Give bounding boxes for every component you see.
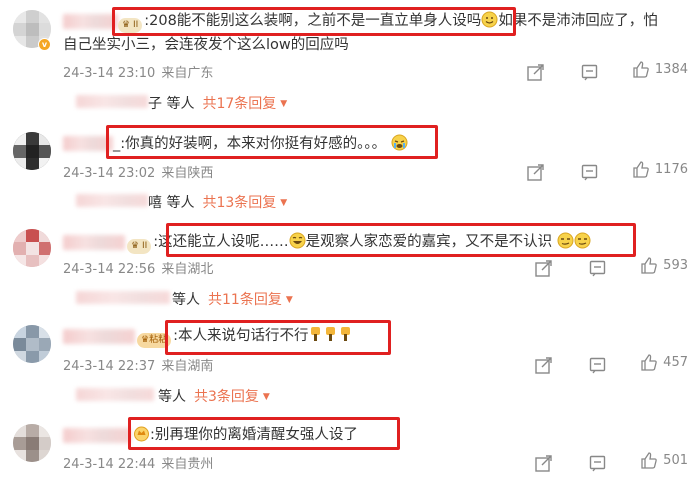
comment-meta: 24-3-14 23:02 来自陕西 [63, 162, 219, 181]
comment-icon[interactable] [589, 357, 606, 378]
highlight-box [166, 223, 636, 257]
like-button[interactable]: 457 [640, 354, 688, 371]
comment-text-line2: 自己坐实小三，会连夜发个这么low的回应吗 [63, 37, 349, 53]
username-blurred[interactable] [63, 428, 131, 443]
comment-meta: 24-3-14 22:56 来自湖北 [63, 258, 219, 277]
like-button[interactable]: 593 [640, 257, 688, 274]
comment-meta: 24-3-14 23:10 来自广东 [63, 62, 219, 81]
comment-icon[interactable] [581, 164, 598, 185]
replier-name-blurred [76, 388, 154, 401]
comment-actions: 593 [503, 257, 688, 281]
reply-summary[interactable]: 等人 共11条回复 ▼ [172, 289, 293, 309]
highlight-box [128, 417, 400, 450]
caret-down-icon: ▼ [280, 99, 288, 109]
view-replies-link[interactable]: 共13条回复 [202, 195, 276, 211]
avatar[interactable] [13, 424, 51, 462]
comment-date: 24-3-14 22:44 [63, 457, 156, 472]
verified-v-icon: v [38, 38, 51, 51]
comment-date: 24-3-14 22:56 [63, 262, 156, 277]
like-count: 1384 [654, 62, 688, 77]
comment-actions: 1384 [495, 61, 688, 85]
reply-summary[interactable]: 子 等人 共17条回复 ▼ [148, 93, 287, 113]
like-button[interactable]: 1384 [632, 61, 688, 78]
username-blurred[interactable] [63, 14, 118, 29]
caret-down-icon: ▼ [285, 295, 293, 305]
like-count: 457 [663, 355, 688, 370]
like-icon [633, 161, 649, 178]
like-button[interactable]: 501 [640, 452, 688, 469]
highlight-box [112, 7, 516, 36]
view-replies-link[interactable]: 共17条回复 [202, 96, 276, 112]
comment-location: 来自贵州 [161, 457, 214, 472]
like-button[interactable]: 1176 [632, 161, 688, 178]
caret-down-icon: ▼ [280, 198, 288, 208]
comment-location: 来自湖南 [161, 359, 214, 374]
like-icon [641, 452, 657, 469]
replier-name-blurred [76, 291, 170, 304]
comment-location: 来自陕西 [161, 166, 214, 181]
comment-actions: 457 [503, 354, 688, 378]
view-replies-link[interactable]: 共11条回复 [208, 292, 282, 308]
comment-icon[interactable] [589, 260, 606, 281]
like-icon [641, 354, 657, 371]
share-icon[interactable] [535, 357, 553, 378]
like-count: 501 [663, 453, 688, 468]
comment-location: 来自广东 [161, 66, 214, 81]
comment-icon[interactable] [589, 455, 606, 476]
replier-name-blurred [76, 95, 148, 108]
share-icon[interactable] [535, 260, 553, 281]
avatar[interactable] [13, 229, 51, 267]
comment-actions: 1176 [495, 161, 688, 185]
comment-item: _:你真的好装啊，本来对你挺有好感的。。。 24-3-14 23:02 来自陕西 … [0, 120, 700, 215]
comment-item: :别再理你的离婚清醒女强人设了 24-3-14 22:44 来自贵州 501 [0, 410, 700, 482]
reply-summary[interactable]: 嘻 等人 共13条回复 ▼ [148, 192, 287, 212]
comment-meta: 24-3-14 22:44 来自贵州 [63, 453, 219, 472]
comment-location: 来自湖北 [161, 262, 214, 277]
highlight-box [106, 125, 438, 159]
like-icon [633, 61, 649, 78]
share-icon[interactable] [526, 164, 545, 185]
view-replies-link[interactable]: 共3条回复 [194, 389, 259, 405]
like-icon [641, 257, 657, 274]
reply-summary[interactable]: 等人 共3条回复 ▼ [158, 386, 270, 406]
share-icon[interactable] [526, 64, 545, 85]
caret-down-icon: ▼ [262, 392, 270, 402]
comment-date: 24-3-14 23:02 [63, 166, 156, 181]
username-blurred[interactable] [63, 329, 135, 344]
username-blurred[interactable] [63, 235, 125, 250]
fan-badge: ♛ II [127, 239, 152, 254]
replier-name-blurred [76, 194, 148, 207]
avatar[interactable] [13, 132, 51, 170]
comment-meta: 24-3-14 22:37 来自湖南 [63, 355, 219, 374]
comment-actions: 501 [503, 452, 688, 476]
avatar[interactable] [13, 325, 51, 363]
like-count: 593 [663, 258, 688, 273]
comment-item: ♛ II:这还能立人设呢…… 是观察人家恋爱的嘉宾，又不是不认识 24-3-14 … [0, 215, 700, 315]
comment-item: ♛粘粘:本人来说句话行不行 24-3-14 22:37 来自湖南 457 等人 共3… [0, 315, 700, 410]
like-count: 1176 [654, 162, 688, 177]
comment-item: v ♛ II:208能不能别这么装啊，之前不是一直立单身人设吗 如果不是沛沛回应了… [0, 0, 700, 120]
share-icon[interactable] [535, 455, 553, 476]
comment-date: 24-3-14 23:10 [63, 66, 156, 81]
comment-date: 24-3-14 22:37 [63, 359, 156, 374]
comment-icon[interactable] [581, 64, 598, 85]
highlight-box [165, 320, 391, 355]
